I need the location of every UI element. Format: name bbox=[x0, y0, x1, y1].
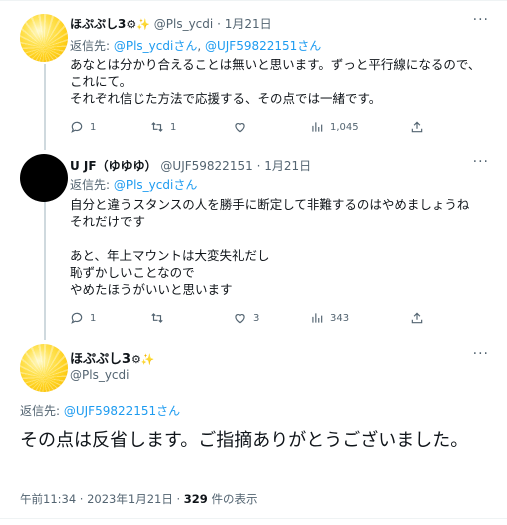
share-upload-icon bbox=[411, 121, 423, 133]
tweet-header: U JF（ゆゆゆ） @UJF59822151 · 1月21日 bbox=[70, 157, 311, 174]
reply-context: 返信先: @Pls_ycdiさん bbox=[70, 176, 197, 193]
name-emoji: ⚙✨ bbox=[126, 18, 150, 31]
reply-count: 1 bbox=[90, 312, 97, 324]
mention-link[interactable]: @Pls_ycdiさん bbox=[114, 178, 197, 192]
share-button[interactable] bbox=[410, 120, 424, 134]
views-label: 件の表示 bbox=[207, 492, 258, 506]
separator-dot: · bbox=[256, 159, 261, 173]
display-name[interactable]: U JF（ゆゆゆ） bbox=[70, 159, 157, 173]
display-name[interactable]: ほぷぷし3⚙✨ bbox=[70, 348, 155, 367]
like-button[interactable]: 3 bbox=[233, 311, 259, 325]
tweet-text: 自分と違うスタンスの人を勝手に断定して非難するのはやめましょうね それだけです … bbox=[70, 197, 470, 297]
retweet-icon bbox=[151, 313, 163, 323]
tweet-header: ほぷぷし3⚙✨ @Pls_ycdi · 1月21日 bbox=[70, 15, 272, 32]
reply-bubble-icon bbox=[71, 312, 83, 324]
timestamp[interactable]: 1月21日 bbox=[225, 17, 272, 31]
reply-separator: , bbox=[197, 39, 205, 53]
reply-prefix: 返信先: bbox=[20, 404, 64, 418]
views-count: 1,045 bbox=[330, 121, 359, 133]
action-bar: 1 3 343 bbox=[70, 311, 430, 329]
tweet-meta: 午前11:34 · 2023年1月21日 · 329 件の表示 bbox=[20, 491, 257, 507]
like-count: 3 bbox=[253, 312, 260, 324]
views-button[interactable]: 1,045 bbox=[310, 120, 359, 134]
reply-bubble-icon bbox=[71, 121, 83, 133]
retweet-icon bbox=[151, 122, 163, 132]
tweet[interactable]: ほぷぷし3⚙✨ @Pls_ycdi · 1月21日 ··· 返信先: @Pls_… bbox=[0, 0, 507, 150]
reply-count: 1 bbox=[90, 121, 97, 133]
timestamp[interactable]: 午前11:34 · 2023年1月21日 · bbox=[20, 492, 184, 506]
reply-prefix: 返信先: bbox=[70, 39, 114, 53]
retweet-button[interactable]: 1 bbox=[150, 120, 176, 134]
heart-icon bbox=[235, 123, 245, 133]
share-upload-icon bbox=[411, 312, 423, 324]
avatar[interactable] bbox=[20, 154, 68, 202]
mention-link[interactable]: @UJF59822151さん bbox=[205, 39, 321, 53]
mention-link[interactable]: @Pls_ycdiさん bbox=[114, 39, 197, 53]
focused-tweet: ほぷぷし3⚙✨ @Pls_ycdi ··· 返信先: @UJF59822151さ… bbox=[0, 340, 507, 525]
reply-prefix: 返信先: bbox=[70, 178, 114, 192]
retweet-button[interactable] bbox=[150, 311, 170, 325]
reply-button[interactable]: 1 bbox=[70, 120, 96, 134]
separator-dot: · bbox=[217, 17, 221, 31]
action-bar: 1 1 1,045 bbox=[70, 120, 430, 138]
display-name[interactable]: ほぷぷし3 bbox=[70, 17, 126, 31]
tweet-text: その点は反省します。ご指摘ありがとうございました。 bbox=[20, 430, 469, 451]
reply-context: 返信先: @UJF59822151さん bbox=[20, 402, 180, 419]
more-dots-icon[interactable]: ··· bbox=[473, 346, 489, 362]
handle[interactable]: @UJF59822151 bbox=[160, 159, 252, 173]
name-emoji: ⚙✨ bbox=[131, 353, 155, 366]
views-count: 329 bbox=[183, 492, 208, 506]
share-button[interactable] bbox=[410, 311, 424, 325]
reply-button[interactable]: 1 bbox=[70, 311, 96, 325]
views-button[interactable]: 343 bbox=[310, 311, 349, 325]
more-dots-icon[interactable]: ··· bbox=[473, 154, 489, 170]
reply-context: 返信先: @Pls_ycdiさん, @UJF59822151さん bbox=[70, 37, 321, 54]
tweet[interactable]: U JF（ゆゆゆ） @UJF59822151 · 1月21日 ··· 返信先: … bbox=[0, 150, 507, 340]
handle[interactable]: @Pls_ycdi bbox=[70, 368, 129, 382]
heart-icon bbox=[235, 314, 245, 324]
retweet-count: 1 bbox=[170, 121, 177, 133]
mention-link[interactable]: @UJF59822151さん bbox=[64, 404, 180, 418]
timestamp[interactable]: 1月21日 bbox=[264, 159, 311, 173]
views-count: 343 bbox=[330, 312, 350, 324]
like-button[interactable] bbox=[233, 120, 253, 134]
more-dots-icon[interactable]: ··· bbox=[473, 12, 489, 28]
bar-chart-icon bbox=[312, 122, 323, 132]
handle[interactable]: @Pls_ycdi bbox=[154, 17, 213, 31]
avatar[interactable] bbox=[20, 14, 68, 62]
divider bbox=[0, 518, 507, 519]
tweet-text: あなとは分かり合えることは無いと思います。ずっと平行線になるので、 これにて。 … bbox=[70, 57, 481, 106]
avatar[interactable] bbox=[20, 344, 68, 392]
display-name-text: ほぷぷし3 bbox=[70, 352, 132, 367]
bar-chart-icon bbox=[312, 313, 323, 323]
